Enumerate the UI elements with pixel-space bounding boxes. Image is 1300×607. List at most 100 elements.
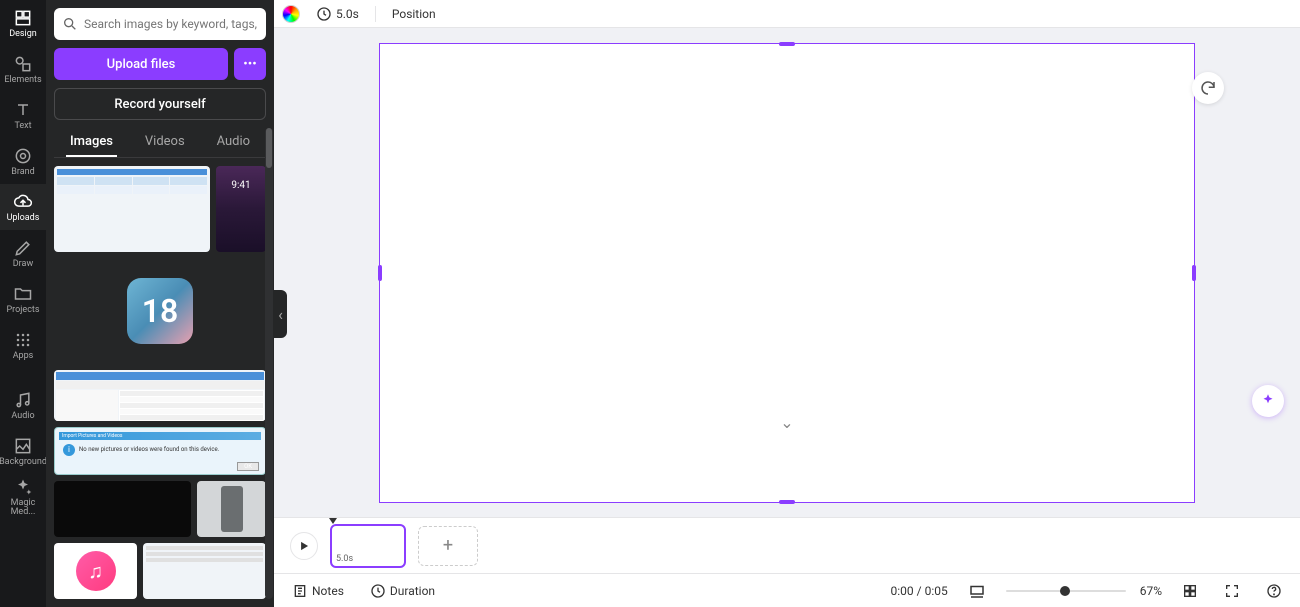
search-input[interactable] (84, 17, 258, 31)
rail-item-background[interactable]: Background (0, 428, 46, 474)
chevron-down-icon: ⌄ (780, 413, 793, 432)
thumbnail-settings-pane[interactable] (143, 543, 266, 599)
music-icon (13, 390, 33, 410)
rail-item-projects[interactable]: Projects (0, 276, 46, 322)
record-yourself-button[interactable]: Record yourself (54, 88, 266, 120)
upload-files-button[interactable]: Upload files (54, 48, 228, 80)
thumbnail-phone-lockscreen[interactable]: 9:41 (216, 166, 266, 252)
refresh-icon (1199, 79, 1217, 97)
rail-label: Text (14, 122, 31, 131)
thumbnail-import-dialog[interactable]: Import Pictures and Videos i No new pict… (54, 427, 266, 475)
playhead-marker[interactable] (329, 518, 337, 524)
grid-icon (13, 330, 33, 350)
folder-icon (13, 284, 33, 304)
cloud-upload-icon (13, 192, 33, 212)
position-button[interactable]: Position (388, 5, 440, 23)
thumbnail-terminal[interactable] (54, 481, 191, 537)
thumbnail-file-explorer[interactable] (54, 370, 266, 421)
magic-assist-button[interactable] (1252, 385, 1284, 417)
duration-label: Duration (390, 584, 435, 598)
notes-icon (292, 583, 308, 599)
rail-label: Magic Med... (0, 499, 46, 517)
rail-item-text[interactable]: Text (0, 92, 46, 138)
time-display: 0:00 / 0:05 (891, 584, 948, 598)
more-horizontal-icon: ••• (243, 57, 257, 72)
search-icon (62, 16, 78, 32)
bottom-bar: Notes Duration 0:00 / 0:05 67% (274, 573, 1300, 607)
duration-button[interactable]: 5.0s (312, 4, 363, 24)
grid-view-button[interactable] (1176, 580, 1204, 602)
duration-button-bottom[interactable]: Duration (364, 580, 441, 602)
fullscreen-icon (1224, 583, 1240, 599)
rail-label: Projects (7, 306, 40, 315)
thumbnail-music-app[interactable]: ♫ (54, 543, 137, 599)
pencil-icon (13, 238, 33, 258)
rail-item-magic-media[interactable]: Magic Med... (0, 474, 46, 520)
phone-time-label: 9:41 (231, 180, 250, 191)
media-tabs: Images Videos Audio (54, 128, 266, 158)
timeline-clip[interactable]: 5.0s (330, 524, 406, 568)
uploads-panel: Upload files ••• Record yourself Images … (46, 0, 274, 607)
dialog-title: Import Pictures and Videos (59, 432, 261, 440)
rail-item-draw[interactable]: Draw (0, 230, 46, 276)
position-label: Position (392, 7, 436, 21)
music-circle-icon: ♫ (76, 551, 116, 591)
view-mode-button[interactable] (962, 579, 992, 603)
thumbnail-ios18-icon[interactable]: 18 (127, 278, 193, 344)
canvas-area[interactable]: ⌄ (274, 28, 1300, 517)
page-canvas[interactable] (379, 43, 1195, 503)
template-icon (13, 8, 33, 28)
resize-handle-bottom[interactable] (779, 500, 795, 504)
tab-audio[interactable]: Audio (213, 128, 254, 157)
zoom-slider-thumb[interactable] (1060, 586, 1070, 596)
thumbnail-spreadsheet[interactable] (54, 166, 210, 252)
editor-topbar: 5.0s Position (274, 0, 1300, 28)
color-picker-button[interactable] (282, 5, 300, 23)
rail-item-uploads[interactable]: Uploads (0, 184, 46, 230)
info-icon: i (63, 444, 75, 456)
text-icon (13, 100, 33, 120)
upload-gallery[interactable]: 9:41 18 Import Pictures and Videos i No … (54, 166, 266, 599)
plus-icon: + (443, 535, 453, 556)
rail-label: Brand (11, 168, 34, 177)
dialog-ok-button: OK (237, 462, 259, 471)
notes-label: Notes (312, 584, 344, 598)
sparkle-icon (1259, 392, 1277, 410)
add-page-button[interactable]: + (418, 526, 478, 566)
upload-more-button[interactable]: ••• (234, 48, 266, 80)
rail-item-apps[interactable]: Apps (0, 322, 46, 368)
shapes-icon (13, 54, 33, 74)
zoom-value: 67% (1140, 584, 1162, 598)
rail-label: Audio (11, 412, 34, 421)
slide-view-icon (968, 582, 986, 600)
brand-icon (13, 146, 33, 166)
help-button[interactable] (1260, 580, 1288, 602)
grid-icon (1182, 583, 1198, 599)
editor-main: 5.0s Position ⌄ 5.0s (274, 0, 1300, 607)
rail-label: Elements (4, 76, 41, 85)
play-icon (297, 539, 311, 553)
resize-handle-right[interactable] (1192, 265, 1196, 281)
zoom-slider[interactable] (1006, 590, 1126, 592)
tab-images[interactable]: Images (66, 128, 117, 157)
notes-button[interactable]: Notes (286, 580, 350, 602)
play-button[interactable] (290, 532, 318, 560)
search-bar (54, 8, 266, 40)
rail-label: Draw (13, 260, 33, 269)
fullscreen-button[interactable] (1218, 580, 1246, 602)
resize-handle-top[interactable] (779, 42, 795, 46)
expand-pages-button[interactable]: ⌄ (773, 417, 801, 427)
help-icon (1266, 583, 1282, 599)
dialog-body: No new pictures or videos were found on … (79, 446, 219, 453)
rail-item-brand[interactable]: Brand (0, 138, 46, 184)
rail-item-design[interactable]: Design (0, 0, 46, 46)
rail-item-elements[interactable]: Elements (0, 46, 46, 92)
rail-item-audio[interactable]: Audio (0, 382, 46, 428)
rail-label: Design (9, 30, 37, 39)
rail-label: Uploads (7, 214, 40, 223)
resize-handle-left[interactable] (378, 265, 382, 281)
panel-scrollbar[interactable] (265, 128, 273, 599)
refresh-button[interactable] (1192, 72, 1224, 104)
tab-videos[interactable]: Videos (141, 128, 189, 157)
thumbnail-iphone-back[interactable] (197, 481, 266, 537)
